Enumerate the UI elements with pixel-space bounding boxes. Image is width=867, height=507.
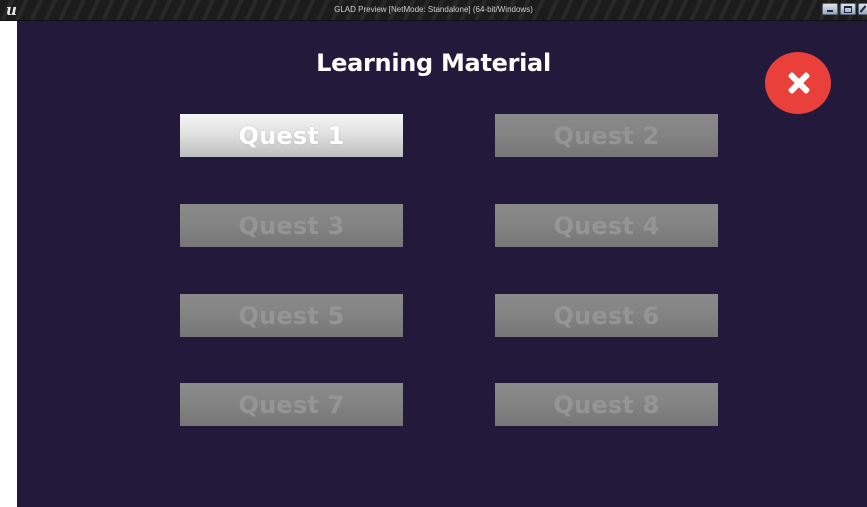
window-close-button[interactable] (858, 3, 867, 15)
quest-8-button[interactable]: Quest 8 (495, 383, 718, 426)
close-menu-button[interactable] (765, 52, 831, 114)
quest-5-button[interactable]: Quest 5 (180, 294, 403, 337)
game-viewport: Learning Material Quest 1 Quest 2 Quest … (17, 21, 867, 507)
window-left-edge (0, 21, 17, 507)
page-title: Learning Material (316, 49, 551, 77)
maximize-button[interactable] (840, 3, 856, 15)
title-bar[interactable]: u GLAD Preview [NetMode: Standalone] (64… (0, 0, 867, 21)
quest-1-button[interactable]: Quest 1 (180, 114, 403, 157)
quest-4-button[interactable]: Quest 4 (495, 204, 718, 247)
window-controls (822, 3, 867, 15)
game-window: u GLAD Preview [NetMode: Standalone] (64… (0, 0, 867, 507)
window-title: GLAD Preview [NetMode: Standalone] (64-b… (334, 5, 533, 14)
minimize-button[interactable] (822, 3, 838, 15)
quest-7-button[interactable]: Quest 7 (180, 383, 403, 426)
quest-3-button[interactable]: Quest 3 (180, 204, 403, 247)
quest-6-button[interactable]: Quest 6 (495, 294, 718, 337)
quest-2-button[interactable]: Quest 2 (495, 114, 718, 157)
